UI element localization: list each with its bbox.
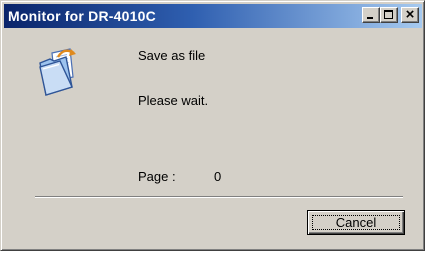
page-label: Page :	[138, 169, 176, 184]
separator	[35, 196, 403, 198]
status-text-wait: Please wait.	[138, 93, 209, 108]
page-number: 0	[214, 169, 222, 184]
window-title: Monitor for DR-4010C	[8, 8, 156, 24]
folder-open-icon	[36, 47, 80, 99]
maximize-icon	[384, 10, 393, 19]
close-icon: ×	[405, 6, 415, 23]
maximize-button[interactable]	[380, 7, 398, 23]
status-text-save: Save as file	[138, 48, 206, 63]
title-bar[interactable]: Monitor for DR-4010C ×	[4, 4, 422, 28]
dialog-window: Monitor for DR-4010C × Save as file Plea…	[0, 0, 425, 251]
minimize-button[interactable]	[362, 7, 380, 23]
cancel-button-label: Cancel	[335, 215, 377, 230]
close-button[interactable]: ×	[401, 6, 419, 23]
cancel-button[interactable]: Cancel	[307, 210, 405, 235]
minimize-icon	[367, 17, 373, 19]
